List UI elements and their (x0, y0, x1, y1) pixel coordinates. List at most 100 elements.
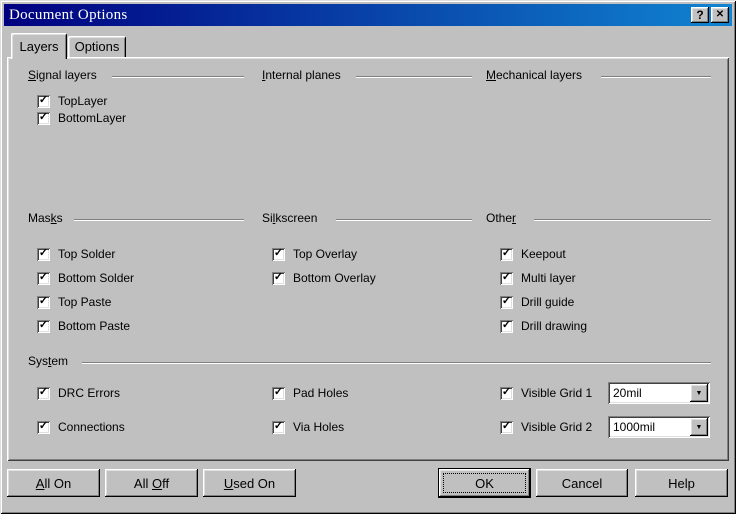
checkbox-bottomlayer[interactable]: ✓ (37, 112, 50, 125)
section-divider (356, 76, 472, 78)
checkbox-top-solder[interactable]: ✓ (37, 248, 50, 261)
section-label-internal-planes: Internal planes (262, 68, 341, 82)
visible-grid-1-combobox[interactable]: 20mil ▼ (608, 382, 710, 404)
checkbox-label[interactable]: Drill drawing (521, 320, 587, 333)
checkbox-label[interactable]: Drill guide (521, 296, 574, 309)
visible-grid-2-value: 1000mil (613, 420, 655, 434)
section-divider (82, 362, 711, 364)
checkbox-label[interactable]: Top Solder (58, 248, 115, 261)
ok-button[interactable]: OK (439, 469, 530, 497)
checkbox-row-bottom-solder: ✓ Bottom Solder (37, 272, 134, 285)
document-options-dialog: Document Options ? ✕ Layers Options Sign… (0, 0, 736, 514)
checkbox-label[interactable]: Pad Holes (293, 387, 348, 400)
checkbox-row-toplayer: ✓ TopLayer (37, 95, 107, 108)
dropdown-button[interactable]: ▼ (690, 418, 708, 436)
checkbox-top-overlay[interactable]: ✓ (272, 248, 285, 261)
help-icon: ? (696, 9, 703, 21)
checkbox-connections[interactable]: ✓ (37, 421, 50, 434)
checkbox-row-connections: ✓ Connections (37, 421, 125, 434)
check-icon: ✓ (38, 319, 49, 332)
window-title: Document Options (4, 7, 128, 24)
section-divider (534, 219, 711, 221)
checkbox-row-visible-grid-1: ✓ Visible Grid 1 (500, 387, 592, 400)
tab-options[interactable]: Options (68, 36, 126, 57)
checkbox-label[interactable]: Visible Grid 2 (521, 421, 592, 434)
all-on-button[interactable]: All On (7, 469, 100, 497)
ok-button-label: OK (475, 476, 494, 491)
checkbox-label[interactable]: Bottom Solder (58, 272, 134, 285)
section-divider (601, 76, 711, 78)
section-label-silkscreen: Silkscreen (262, 211, 317, 225)
cancel-button[interactable]: Cancel (536, 469, 628, 497)
check-icon: ✓ (273, 420, 284, 433)
checkbox-toplayer[interactable]: ✓ (37, 95, 50, 108)
checkbox-label[interactable]: Top Paste (58, 296, 111, 309)
section-label-masks: Masks (28, 211, 63, 225)
checkbox-row-pad-holes: ✓ Pad Holes (272, 387, 348, 400)
checkbox-drc-errors[interactable]: ✓ (37, 387, 50, 400)
checkbox-visible-grid-2[interactable]: ✓ (500, 421, 513, 434)
checkbox-label[interactable]: Keepout (521, 248, 566, 261)
check-icon: ✓ (38, 295, 49, 308)
checkbox-row-multi-layer: ✓ Multi layer (500, 272, 576, 285)
section-label-signal-layers: Signal layers (28, 68, 97, 82)
checkbox-visible-grid-1[interactable]: ✓ (500, 387, 513, 400)
section-divider (74, 219, 244, 221)
check-icon: ✓ (38, 247, 49, 260)
help-button-label: Help (668, 476, 695, 491)
section-divider (336, 219, 472, 221)
checkbox-row-bottom-paste: ✓ Bottom Paste (37, 320, 130, 333)
checkbox-label[interactable]: Via Holes (293, 421, 344, 434)
checkbox-label[interactable]: Bottom Paste (58, 320, 130, 333)
checkbox-label[interactable]: Visible Grid 1 (521, 387, 592, 400)
check-icon: ✓ (273, 247, 284, 260)
checkbox-row-keepout: ✓ Keepout (500, 248, 566, 261)
check-icon: ✓ (38, 386, 49, 399)
checkbox-drill-guide[interactable]: ✓ (500, 296, 513, 309)
tab-layers[interactable]: Layers (11, 33, 67, 59)
check-icon: ✓ (501, 295, 512, 308)
checkbox-label[interactable]: TopLayer (58, 95, 107, 108)
checkbox-label[interactable]: Bottom Overlay (293, 272, 376, 285)
checkbox-bottom-overlay[interactable]: ✓ (272, 272, 285, 285)
checkbox-bottom-solder[interactable]: ✓ (37, 272, 50, 285)
checkbox-top-paste[interactable]: ✓ (37, 296, 50, 309)
check-icon: ✓ (38, 420, 49, 433)
dropdown-button[interactable]: ▼ (690, 384, 708, 402)
check-icon: ✓ (501, 319, 512, 332)
checkbox-label[interactable]: Multi layer (521, 272, 576, 285)
checkbox-multi-layer[interactable]: ✓ (500, 272, 513, 285)
help-bottom-button[interactable]: Help (635, 469, 728, 497)
used-on-button[interactable]: Used On (203, 469, 296, 497)
section-label-system: System (28, 354, 68, 368)
checkbox-row-top-solder: ✓ Top Solder (37, 248, 115, 261)
checkbox-label[interactable]: BottomLayer (58, 112, 126, 125)
chevron-down-icon: ▼ (696, 424, 703, 431)
checkbox-keepout[interactable]: ✓ (500, 248, 513, 261)
section-divider (112, 76, 244, 78)
cancel-button-label: Cancel (562, 476, 602, 491)
close-button[interactable]: ✕ (711, 7, 729, 23)
checkbox-label[interactable]: Connections (58, 421, 125, 434)
visible-grid-2-combobox[interactable]: 1000mil ▼ (608, 416, 710, 438)
checkbox-bottom-paste[interactable]: ✓ (37, 320, 50, 333)
checkbox-row-visible-grid-2: ✓ Visible Grid 2 (500, 421, 592, 434)
checkbox-via-holes[interactable]: ✓ (272, 421, 285, 434)
check-icon: ✓ (38, 271, 49, 284)
close-icon: ✕ (716, 10, 724, 20)
help-button[interactable]: ? (691, 7, 709, 23)
check-icon: ✓ (273, 386, 284, 399)
title-bar[interactable]: Document Options ? ✕ (4, 4, 732, 26)
tab-options-label: Options (75, 39, 120, 54)
checkbox-row-drill-drawing: ✓ Drill drawing (500, 320, 587, 333)
check-icon: ✓ (38, 94, 49, 107)
checkbox-drill-drawing[interactable]: ✓ (500, 320, 513, 333)
check-icon: ✓ (501, 420, 512, 433)
checkbox-pad-holes[interactable]: ✓ (272, 387, 285, 400)
checkbox-label[interactable]: Top Overlay (293, 248, 357, 261)
checkbox-label[interactable]: DRC Errors (58, 387, 120, 400)
checkbox-row-drc-errors: ✓ DRC Errors (37, 387, 120, 400)
visible-grid-1-value: 20mil (613, 386, 642, 400)
checkbox-row-top-paste: ✓ Top Paste (37, 296, 111, 309)
all-off-button[interactable]: All Off (105, 469, 198, 497)
